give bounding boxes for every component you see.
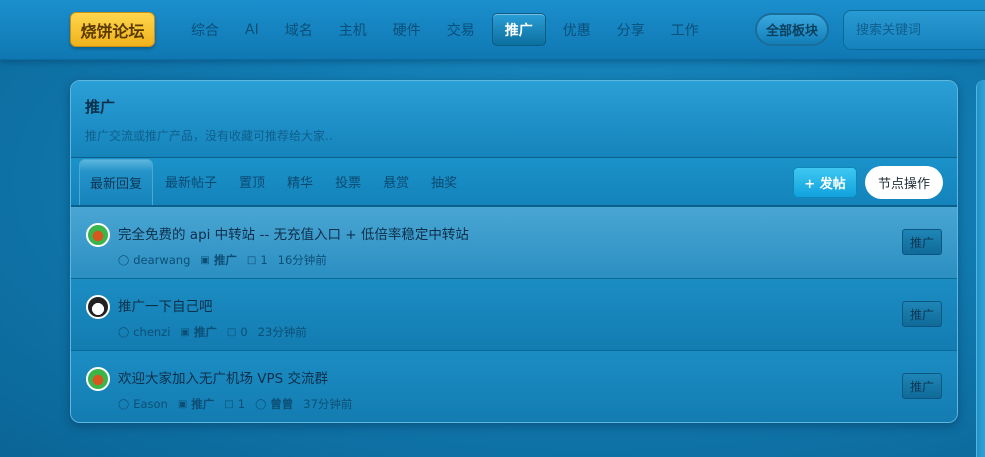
user-icon: ◯ (118, 326, 130, 338)
topic-meta: ◯ chenzi ▣ 推广 □ 0 23分钟前 (118, 324, 317, 340)
node-actions-button[interactable]: 节点操作 (865, 166, 943, 199)
node-title: 推广 (85, 98, 116, 116)
site-logo[interactable]: 烧饼论坛 (70, 12, 155, 47)
tab-pinned[interactable]: 置顶 (229, 159, 275, 205)
nav-item-share[interactable]: 分享 (604, 12, 658, 47)
all-nodes-button[interactable]: 全部板块 (755, 13, 829, 46)
node-name[interactable]: 推广 (191, 396, 214, 412)
node-name[interactable]: 推广 (194, 324, 217, 340)
topic-title[interactable]: 完全免费的 api 中转站 -- 无充值入口 + 低倍率稳定中转站 (118, 223, 469, 243)
nav-item-ai[interactable]: AI (232, 12, 272, 47)
board-icon: ▣ (180, 326, 190, 338)
nav-item-hardware[interactable]: 硬件 (380, 12, 434, 47)
post-time: 16分钟前 (277, 253, 327, 267)
post-time: 37分钟前 (303, 397, 353, 411)
avatar[interactable] (86, 295, 110, 319)
nav-item-trade[interactable]: 交易 (434, 12, 488, 47)
avatar[interactable] (86, 367, 110, 391)
author-name[interactable]: chenzi (133, 325, 170, 339)
node[interactable]: ▣ 推广 (180, 324, 216, 340)
last-reply-name[interactable]: 曾曾 (270, 396, 293, 412)
last-reply-user[interactable]: ◯ 曾曾 (255, 396, 293, 412)
board-icon: ▣ (177, 398, 188, 410)
topic-tabs: 最新回复 最新帖子 置顶 精华 投票 悬赏 抽奖 + 发帖 节点操作 (71, 158, 957, 207)
post-time: 23分钟前 (257, 325, 307, 339)
tab-featured[interactable]: 精华 (277, 159, 323, 205)
topic-title[interactable]: 推广一下自己吧 (118, 295, 213, 315)
user-icon: ◯ (118, 254, 130, 266)
search-input[interactable] (843, 10, 985, 50)
topic-meta: ◯ dearwang ▣ 推广 □ 1 16分钟前 (118, 252, 337, 268)
nav-item-domain[interactable]: 域名 (272, 12, 326, 47)
nav-item-general[interactable]: 综合 (178, 12, 232, 47)
reply-count: □ 1 (247, 253, 268, 267)
comment-icon: □ (246, 254, 257, 266)
top-navigation-bar: 烧饼论坛 综合 AI 域名 主机 硬件 交易 推广 优惠 分享 工作 全部板块 (0, 0, 985, 60)
topic-row[interactable]: 推广一下自己吧 ◯ chenzi ▣ 推广 □ 0 23分钟前 推广 (71, 279, 957, 351)
author-name[interactable]: dearwang (133, 253, 190, 267)
side-panel-edge (976, 80, 985, 457)
user-icon: ◯ (255, 398, 267, 410)
reply-count-value: 1 (237, 397, 246, 411)
author[interactable]: ◯ chenzi (118, 325, 170, 339)
node-tag[interactable]: 推广 (902, 373, 942, 399)
topic-row[interactable]: 欢迎大家加入无广机场 VPS 交流群 ◯ Eason ▣ 推广 □ 1 ◯ 曾曾… (71, 351, 957, 422)
author[interactable]: ◯ Eason (118, 397, 168, 411)
node-name[interactable]: 推广 (214, 252, 237, 268)
comment-icon: □ (224, 398, 234, 410)
node-description: 推广交流或推广产品，没有收藏可推荐给大家.. (85, 129, 333, 143)
tab-lottery[interactable]: 抽奖 (421, 159, 467, 205)
board-icon: ▣ (200, 254, 210, 266)
nav-item-deals[interactable]: 优惠 (550, 12, 604, 47)
nav-item-jobs[interactable]: 工作 (658, 12, 712, 47)
node[interactable]: ▣ 推广 (200, 252, 236, 268)
reply-count: □ 0 (227, 325, 248, 339)
tab-polls[interactable]: 投票 (325, 159, 371, 205)
node-header: 推广 推广交流或推广产品，没有收藏可推荐给大家.. (71, 81, 957, 158)
reply-count-value: 1 (260, 253, 268, 267)
topic-title[interactable]: 欢迎大家加入无广机场 VPS 交流群 (118, 367, 328, 387)
nav-item-host[interactable]: 主机 (326, 12, 380, 47)
topic-row[interactable]: 完全免费的 api 中转站 -- 无充值入口 + 低倍率稳定中转站 ◯ dear… (71, 207, 957, 279)
reply-count-value: 0 (240, 325, 248, 339)
main-nav: 综合 AI 域名 主机 硬件 交易 推广 优惠 分享 工作 (178, 12, 712, 47)
author[interactable]: ◯ dearwang (118, 253, 190, 267)
comment-icon: □ (226, 326, 237, 338)
nav-item-promotion[interactable]: 推广 (491, 13, 546, 46)
tab-latest-posts[interactable]: 最新帖子 (155, 159, 227, 205)
node-panel: 推广 推广交流或推广产品，没有收藏可推荐给大家.. 最新回复 最新帖子 置顶 精… (70, 80, 958, 423)
tab-bounty[interactable]: 悬赏 (373, 159, 419, 205)
node-tag[interactable]: 推广 (902, 229, 942, 255)
topic-meta: ◯ Eason ▣ 推广 □ 1 ◯ 曾曾 37分钟前 (118, 396, 362, 412)
new-post-button[interactable]: + 发帖 (793, 167, 857, 198)
reply-count: □ 1 (224, 397, 245, 411)
tab-latest-replies[interactable]: 最新回复 (79, 158, 154, 205)
node-tag[interactable]: 推广 (902, 301, 942, 327)
node[interactable]: ▣ 推广 (178, 396, 214, 412)
user-icon: ◯ (118, 398, 130, 410)
author-name[interactable]: Eason (133, 397, 168, 411)
avatar[interactable] (86, 223, 110, 247)
